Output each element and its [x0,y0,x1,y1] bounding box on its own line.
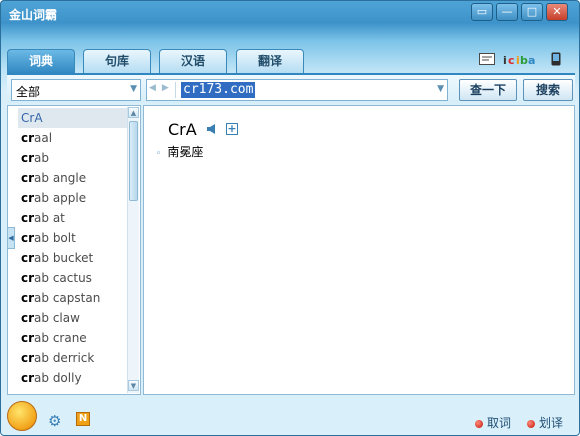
list-item-label: ab claw [34,311,80,325]
word-list-scrollbar[interactable]: ▲ ▼ [127,107,139,393]
tab-translate[interactable]: 翻译 [236,49,304,74]
nav-arrows-icon[interactable]: ◀▶ [149,83,175,93]
list-item[interactable]: crab claw [18,308,128,328]
svg-text:c: c [508,54,515,66]
search-query-text: cr173.com [181,82,256,98]
list-item[interactable]: craal [18,128,128,148]
definition-item: ◦ 南冕座 [156,143,203,160]
divider [175,82,176,98]
tab-dictionary[interactable]: 词典 [7,49,75,74]
window-title: 金山词霸 [9,8,58,22]
list-item-label: ab apple [34,191,87,205]
top-right-icons: i c i b a [479,52,567,68]
category-value: 全部 [16,85,41,99]
select-translate-label: 划译 [539,416,564,430]
word-list-pane: CrA craal crab crab angle crab apple crab at c… [7,105,141,395]
list-item-prefix: cr [21,211,35,225]
list-item[interactable]: crab cactus [18,268,128,288]
mini-mode-button[interactable]: ▭ [471,3,493,21]
list-item-prefix: cr [21,271,35,285]
select-translate-toggle[interactable]: 划译 [527,414,563,431]
tab-chinese[interactable]: 汉语 [159,49,227,74]
list-item[interactable]: crab at [18,208,128,228]
search-input[interactable]: ◀▶ cr173.com ▼ [146,79,448,101]
list-item-label: ab bolt [34,231,76,245]
search-bar: 全部 ▼ ◀▶ cr173.com ▼ 查一下 搜索 [7,73,575,103]
definition-text: 南冕座 [167,145,204,159]
list-item[interactable]: crab apple [18,188,128,208]
lookup-button[interactable]: 查一下 [459,79,517,101]
list-item-label: ab at [34,211,65,225]
list-item[interactable]: crab crane [18,328,128,348]
list-item-label: ab capstan [34,291,101,305]
list-item-prefix: cr [21,191,35,205]
red-dot-icon [527,420,535,428]
svg-text:i: i [503,54,507,66]
maximize-button[interactable]: □ [521,3,543,21]
list-item-label: aal [34,131,53,145]
list-item-label: ab dolly [34,371,82,385]
tab-sentences[interactable]: 句库 [83,49,151,74]
chevron-down-icon: ▼ [130,84,137,94]
scroll-down-icon[interactable]: ▼ [128,380,139,391]
list-item-prefix: cr [21,131,35,145]
list-item-label: CrA [21,111,43,125]
list-item[interactable]: crab angle [18,168,128,188]
list-item-label: ab bucket [34,251,94,265]
app-logo-icon[interactable] [7,401,37,431]
bottom-bar: ⚙ N 取词 划译 [1,399,579,435]
svg-text:a: a [528,54,535,66]
iciba-logo-icon[interactable]: i c i b a [503,52,539,66]
search-button[interactable]: 搜索 [523,79,573,101]
list-item[interactable]: crab bolt [18,228,128,248]
list-item-label: ab [34,151,50,165]
category-select[interactable]: 全部 ▼ [11,79,141,101]
list-item-prefix: cr [21,311,35,325]
list-item[interactable]: CrA [18,108,128,128]
screen-capture-label: 取词 [487,416,512,430]
n-icon[interactable]: N [76,412,90,426]
scroll-thumb[interactable] [129,121,138,201]
close-button[interactable]: ✕ [546,3,568,21]
minimize-button[interactable]: — [496,3,518,21]
list-item[interactable]: crab dolly [18,368,128,388]
list-item[interactable]: crab capstan [18,288,128,308]
card-icon[interactable] [479,52,495,66]
scroll-up-icon[interactable]: ▲ [128,107,139,118]
add-to-wordbook-icon[interactable]: + [226,123,238,135]
list-item-prefix: cr [21,151,35,165]
list-item-prefix: cr [21,291,35,305]
list-item[interactable]: crab bucket [18,248,128,268]
bullet-icon: ◦ [156,149,162,159]
screen-capture-toggle[interactable]: 取词 [475,414,511,431]
list-item-prefix: cr [21,351,35,365]
collapse-sidebar-icon[interactable]: ◀ [7,227,15,249]
list-item-prefix: cr [21,171,35,185]
red-dot-icon [475,420,483,428]
app-window: 金山词霸 ▭ — □ ✕ 词典 句库 汉语 翻译 i c i b a 全部 ▼ [0,0,580,436]
list-item-prefix: cr [21,331,35,345]
list-item[interactable]: crab derrick [18,348,128,368]
title-bar: 金山词霸 ▭ — □ ✕ [1,1,579,27]
entry-pane: CrA + ◦ 南冕座 [143,105,575,395]
list-item-label: ab angle [34,171,87,185]
list-item-prefix: cr [21,251,35,265]
list-item-label: ab cactus [34,271,92,285]
gear-icon[interactable]: ⚙ [48,412,61,430]
list-item-prefix: cr [21,231,35,245]
mobile-icon[interactable] [551,52,561,66]
speaker-icon[interactable] [206,123,218,135]
headword: CrA [168,120,197,139]
list-item-label: ab derrick [34,351,95,365]
list-item[interactable]: crab [18,148,128,168]
svg-text:b: b [520,54,528,66]
list-item-prefix: cr [21,371,35,385]
word-list: CrA craal crab crab angle crab apple crab at c… [18,108,128,388]
list-item-label: ab crane [34,331,87,345]
history-dropdown-icon[interactable]: ▼ [437,84,444,94]
